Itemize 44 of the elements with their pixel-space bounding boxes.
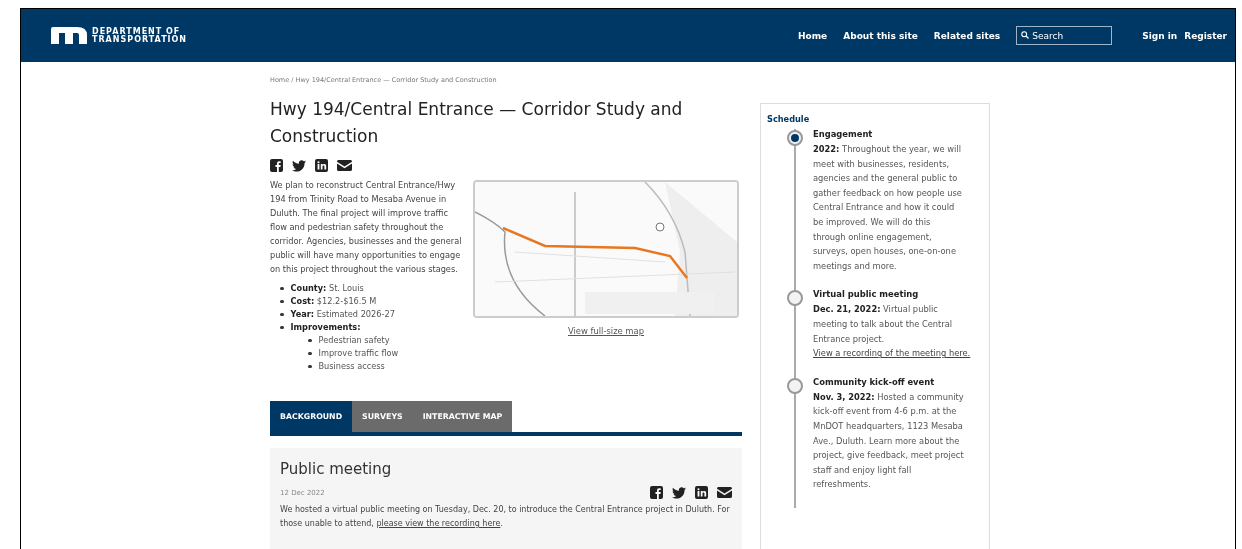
fact-item: Year: Estimated 2026-27 <box>290 308 395 321</box>
page-title: Hwy 194/Central Entrance — Corridor Study and Construction <box>270 98 684 148</box>
search-field[interactable]: Search <box>1016 26 1113 45</box>
bullet-icon <box>308 364 312 369</box>
logo-icon[interactable] <box>51 27 87 44</box>
article-title: Public meeting <box>280 460 393 478</box>
intro-paragraph: We plan to reconstruct Central Entrance/Hwy 194 from Trinity Road to Mesaba Avenue in Duluth. The final project will improve traffic flow and pedestrian safety throughout the corridor. Agencies, businesses and the general public will have many opportunities to engage on this project throughout the various stages. <box>270 179 463 276</box>
agency-name: TRANSPORTATION <box>92 35 188 44</box>
bullet-icon <box>308 338 312 343</box>
email-icon[interactable] <box>717 487 732 498</box>
bullet-icon <box>280 299 284 304</box>
email-icon[interactable] <box>337 160 352 171</box>
nav-link[interactable]: Home <box>798 30 828 41</box>
map-link[interactable]: View full-size map <box>568 326 644 336</box>
event-description: 2022: Throughout the year, we will meet with businesses, residents, agencies and the general public to gather feedback on how people use Central Entrance and how it could be improved. We will do this through online engagement, surveys, open houses, one-on-one meetings and more. <box>813 143 963 273</box>
bullet-icon <box>280 286 284 291</box>
improvement-item: Business access <box>318 360 385 373</box>
event-title: Community kick-off event <box>813 376 936 387</box>
improvement-item: Improve traffic flow <box>318 347 399 360</box>
facebook-icon[interactable] <box>650 486 663 499</box>
article-text: We hosted a virtual public meeting on Tuesday, Dec. 20, to introduce the Central Entrance project in Duluth. For those unable to attend, please view the recording here. <box>280 504 731 530</box>
twitter-icon[interactable] <box>672 486 686 499</box>
bullet-icon <box>280 325 284 330</box>
schedule-title: Schedule <box>767 114 811 124</box>
account-link[interactable]: Register <box>1184 30 1227 41</box>
event-title: Virtual public meeting <box>813 289 920 300</box>
agency-name: DEPARTMENT OF <box>92 27 181 36</box>
event-title: Engagement <box>813 129 874 139</box>
fact-item: Improvements: <box>290 321 361 334</box>
linkedin-icon[interactable] <box>315 159 328 172</box>
nav-link[interactable]: About this site <box>843 30 918 41</box>
fact-item: County: St. Louis <box>290 282 364 295</box>
twitter-icon[interactable] <box>292 159 306 172</box>
event-description: Nov. 3, 2022: Hosted a community kick-off event from 4-6 p.m. at the MnDOT headquarters, 1123 Mesaba Ave., Duluth. Learn more about the project, give feedback, meet project staff and enjoy light fall refreshments. <box>813 390 965 492</box>
recording-link[interactable]: View a recording of the meeting here. <box>813 346 971 361</box>
fact-item: Cost: $12.2-$16.5 M <box>290 295 377 308</box>
improvement-item: Pedestrian safety <box>318 334 390 347</box>
account-link[interactable]: Sign in <box>1142 30 1178 41</box>
linkedin-icon[interactable] <box>695 486 708 499</box>
search-icon <box>1021 31 1030 39</box>
bullet-icon <box>280 312 284 317</box>
nav-link[interactable]: Related sites <box>933 30 1001 41</box>
bullet-icon <box>308 351 312 356</box>
facebook-icon[interactable] <box>270 159 283 172</box>
